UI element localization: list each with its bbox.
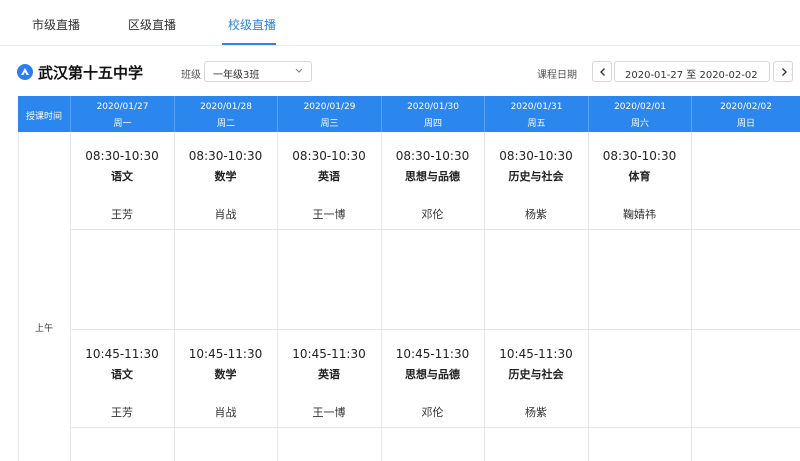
day-header: 2020/02/02 周日 — [691, 96, 800, 132]
row-divider — [70, 427, 800, 428]
class-label: 班级 — [181, 70, 201, 81]
schedule-table: 授课时间 2020/01/27 周一 2020/01/28 周二 2020/01/2… — [18, 96, 800, 461]
prev-week-button[interactable] — [592, 61, 612, 82]
row-divider — [70, 329, 800, 330]
course-teacher: 邓伦 — [421, 208, 444, 221]
day-header: 2020/01/31 周五 — [484, 96, 588, 132]
course-cell[interactable]: 08:30-10:30 数学 肖战 — [174, 149, 277, 222]
course-teacher: 肖战 — [214, 208, 237, 221]
course-subject: 英语 — [318, 368, 340, 381]
course-cell[interactable]: 08:30-10:30 英语 王一博 — [277, 149, 381, 222]
day-header: 2020/02/01 周六 — [588, 96, 691, 132]
tab-district-live[interactable]: 区级直播 — [128, 16, 176, 33]
course-cell[interactable]: 08:30-10:30 体育 鞠婧祎 — [588, 149, 691, 222]
course-subject: 语文 — [111, 368, 133, 381]
course-time: 08:30-10:30 — [499, 149, 573, 163]
date-range-picker[interactable]: 2020-01-27 至 2020-02-02 — [614, 61, 770, 82]
course-teacher: 杨紫 — [525, 208, 547, 221]
tab-bar: 市级直播 区级直播 校级直播 — [0, 0, 800, 46]
course-teacher: 王一博 — [312, 406, 346, 419]
class-select-value: 一年级3班 — [213, 70, 260, 81]
course-time: 08:30-10:30 — [395, 149, 470, 163]
chevron-down-icon — [295, 68, 303, 73]
date-label: 课程日期 — [537, 70, 577, 81]
period-label: 上午 — [34, 324, 53, 334]
course-cell[interactable]: 10:45-11:30 思想与品德 邓伦 — [381, 347, 484, 420]
course-teacher: 王芳 — [111, 208, 133, 221]
course-subject: 思想与品德 — [405, 368, 460, 381]
course-time: 08:30-10:30 — [292, 149, 366, 163]
school-logo-icon — [17, 64, 33, 80]
course-teacher: 肖战 — [214, 406, 237, 419]
column-divider — [691, 132, 692, 461]
course-teacher: 邓伦 — [421, 406, 444, 419]
course-subject: 英语 — [318, 170, 340, 183]
course-subject: 思想与品德 — [405, 170, 460, 183]
course-time: 10:45-11:30 — [395, 347, 470, 361]
course-cell[interactable]: 10:45-11:30 历史与社会 杨紫 — [484, 347, 588, 420]
active-tab-indicator — [222, 43, 276, 45]
course-time: 08:30-10:30 — [85, 149, 159, 163]
course-cell[interactable]: 10:45-11:30 语文 王芳 — [70, 347, 174, 420]
course-subject: 数学 — [214, 368, 237, 381]
tab-city-live[interactable]: 市级直播 — [32, 16, 80, 33]
row-divider — [70, 229, 800, 230]
course-time: 08:30-10:30 — [602, 149, 677, 163]
course-time: 10:45-11:30 — [292, 347, 366, 361]
day-header: 2020/01/28 周二 — [174, 96, 277, 132]
course-subject: 历史与社会 — [508, 368, 564, 381]
course-cell[interactable]: 10:45-11:30 数学 肖战 — [174, 347, 277, 420]
course-teacher: 王一博 — [312, 208, 346, 221]
class-select[interactable]: 一年级3班 — [204, 61, 312, 82]
tab-school-live[interactable]: 校级直播 — [228, 16, 276, 33]
time-column-header: 授课时间 — [25, 112, 62, 122]
course-subject: 体育 — [628, 170, 651, 183]
chevron-left-icon — [600, 68, 605, 76]
course-subject: 历史与社会 — [508, 170, 564, 183]
course-time: 08:30-10:30 — [188, 149, 263, 163]
next-week-button[interactable] — [773, 61, 793, 82]
course-teacher: 鞠婧祎 — [623, 208, 656, 221]
course-cell[interactable]: 08:30-10:30 历史与社会 杨紫 — [484, 149, 588, 222]
day-header: 2020/01/27 周一 — [70, 96, 174, 132]
course-teacher: 杨紫 — [525, 406, 547, 419]
course-subject: 数学 — [214, 170, 237, 183]
chevron-right-icon — [782, 68, 787, 76]
day-header: 2020/01/30 周四 — [381, 96, 484, 132]
course-time: 10:45-11:30 — [499, 347, 573, 361]
school-name: 武汉第十五中学 — [38, 64, 144, 82]
course-time: 10:45-11:30 — [85, 347, 159, 361]
course-teacher: 王芳 — [111, 406, 133, 419]
course-cell[interactable]: 08:30-10:30 语文 王芳 — [70, 149, 174, 222]
course-time: 10:45-11:30 — [188, 347, 263, 361]
course-cell[interactable]: 10:45-11:30 英语 王一博 — [277, 347, 381, 420]
course-subject: 语文 — [111, 170, 133, 183]
table-header: 授课时间 2020/01/27 周一 2020/01/28 周二 2020/01/2… — [18, 96, 800, 132]
day-header: 2020/01/29 周三 — [277, 96, 381, 132]
course-cell[interactable]: 08:30-10:30 思想与品德 邓伦 — [381, 149, 484, 222]
